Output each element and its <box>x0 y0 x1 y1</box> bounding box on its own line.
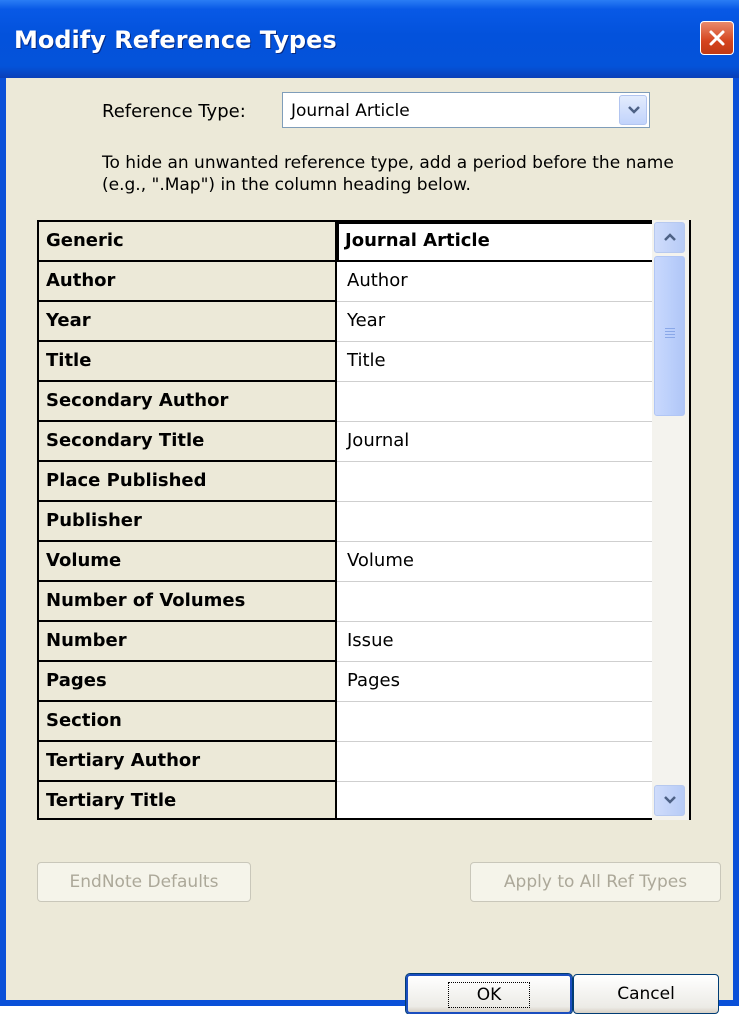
title-bar[interactable]: Modify Reference Types <box>0 0 739 78</box>
reference-type-label: Reference Type: <box>102 101 246 122</box>
field-row: Secondary Title Journal <box>39 422 689 462</box>
ok-button[interactable]: OK <box>405 973 573 1014</box>
close-button[interactable] <box>700 21 734 55</box>
field-value-cell[interactable] <box>337 742 683 782</box>
reference-type-dropdown[interactable]: Journal Article <box>282 92 650 128</box>
field-name: Year <box>39 302 337 342</box>
field-name: Title <box>39 342 337 382</box>
field-row: Volume Volume <box>39 542 689 582</box>
field-name: Secondary Author <box>39 382 337 422</box>
field-name: Author <box>39 262 337 302</box>
field-row: Publisher <box>39 502 689 542</box>
field-row: Author Author <box>39 262 689 302</box>
modify-reference-types-dialog: Modify Reference Types Reference Type: J… <box>0 0 739 1014</box>
dialog-title: Modify Reference Types <box>14 26 337 54</box>
dialog-body: Reference Type: Journal Article To hide … <box>6 78 733 1014</box>
field-name: Number <box>39 622 337 662</box>
field-value-cell[interactable]: Issue <box>337 622 683 662</box>
ok-button-label: OK <box>447 982 531 1008</box>
grid-scrollbar[interactable] <box>652 220 689 820</box>
field-name: Secondary Title <box>39 422 337 462</box>
field-row: Section <box>39 702 689 742</box>
field-row: Secondary Author <box>39 382 689 422</box>
chevron-down-icon <box>628 106 640 114</box>
field-row: Title Title <box>39 342 689 382</box>
field-value-cell[interactable] <box>337 502 683 542</box>
field-name: Section <box>39 702 337 742</box>
chevron-down-icon <box>664 796 676 804</box>
reference-type-value: Journal Article <box>291 101 410 121</box>
field-name: Publisher <box>39 502 337 542</box>
field-name: Tertiary Title <box>39 782 337 818</box>
field-row: Generic Journal Article <box>39 222 689 262</box>
dropdown-arrow-button[interactable] <box>619 95 647 125</box>
field-value-cell[interactable]: Title <box>337 342 683 382</box>
field-name: Generic <box>39 222 337 262</box>
field-value-cell[interactable]: Pages <box>337 662 683 702</box>
field-grid: Generic Journal Article Author Author Year Ye… <box>37 220 691 820</box>
field-name: Volume <box>39 542 337 582</box>
field-value-cell[interactable] <box>337 462 683 502</box>
field-row: Pages Pages <box>39 662 689 702</box>
field-value-cell[interactable] <box>337 582 683 622</box>
apply-to-all-ref-types-button[interactable]: Apply to All Ref Types <box>470 862 721 902</box>
field-value-cell[interactable]: Journal <box>337 422 683 462</box>
cancel-button[interactable]: Cancel <box>573 974 719 1014</box>
scroll-thumb[interactable] <box>654 256 685 416</box>
scroll-up-button[interactable] <box>654 222 685 253</box>
chevron-up-icon <box>664 233 676 241</box>
field-row: Number of Volumes <box>39 582 689 622</box>
field-name: Place Published <box>39 462 337 502</box>
field-value-cell[interactable]: Volume <box>337 542 683 582</box>
hide-type-instructions: To hide an unwanted reference type, add … <box>102 153 674 195</box>
generic-name-field[interactable]: Journal Article <box>337 222 681 262</box>
field-row: Place Published <box>39 462 689 502</box>
field-value-cell[interactable] <box>337 702 683 742</box>
field-row: Year Year <box>39 302 689 342</box>
field-value-cell[interactable]: Author <box>337 262 683 302</box>
field-row: Number Issue <box>39 622 689 662</box>
field-name: Tertiary Author <box>39 742 337 782</box>
field-name: Pages <box>39 662 337 702</box>
field-row: Tertiary Author <box>39 742 689 782</box>
grip-icon <box>665 328 675 340</box>
field-row: Tertiary Title <box>39 782 689 818</box>
scroll-down-button[interactable] <box>654 785 685 816</box>
endnote-defaults-button[interactable]: EndNote Defaults <box>37 862 251 902</box>
field-value-cell[interactable] <box>337 782 683 818</box>
close-icon <box>709 30 725 46</box>
field-value-cell[interactable]: Year <box>337 302 683 342</box>
field-value-cell[interactable] <box>337 382 683 422</box>
field-name: Number of Volumes <box>39 582 337 622</box>
